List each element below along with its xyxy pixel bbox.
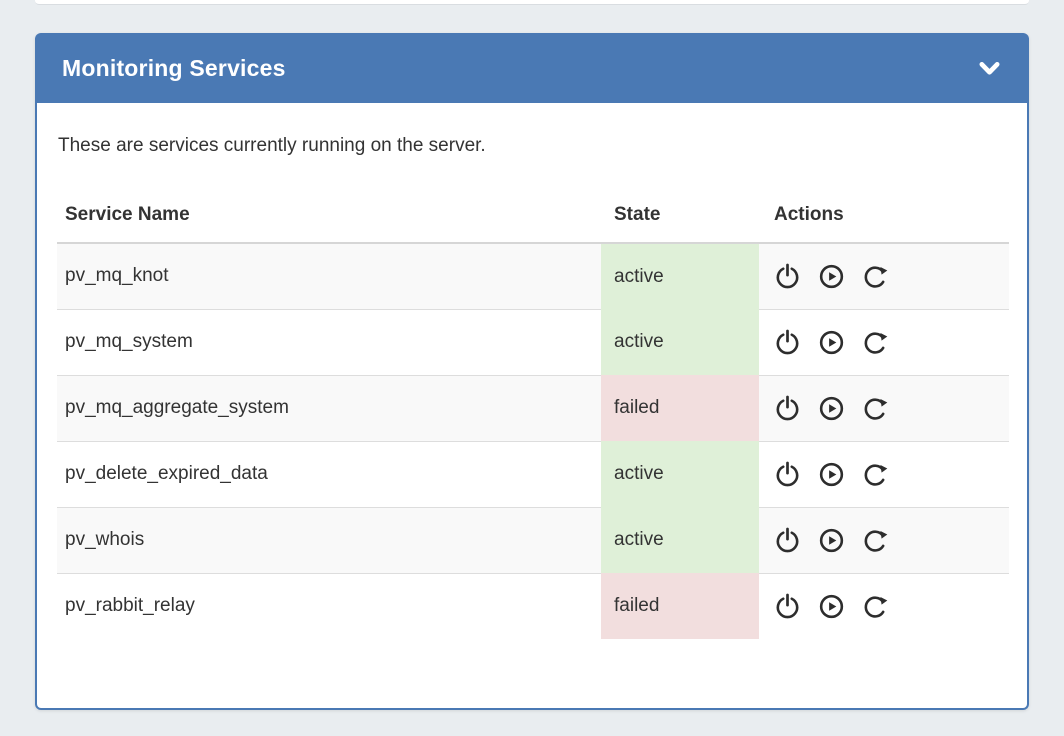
play-circle-icon [818,395,845,422]
restart-button[interactable] [862,329,889,356]
table-row: pv_mq_systemactive [57,309,1009,375]
service-name-cell: pv_mq_knot [57,243,601,309]
table-row: pv_mq_aggregate_systemfailed [57,375,1009,441]
table-header-row: Service Name State Actions [57,182,1009,243]
service-actions-cell [759,507,1009,573]
chevron-down-icon [976,55,1003,82]
service-actions-cell [759,243,1009,309]
service-name-cell: pv_mq_aggregate_system [57,375,601,441]
restart-button[interactable] [862,527,889,554]
panel-title: Monitoring Services [62,55,286,82]
table-row: pv_delete_expired_dataactive [57,441,1009,507]
refresh-icon [862,263,889,290]
service-state-badge: failed [601,375,759,441]
restart-button[interactable] [862,593,889,620]
power-button[interactable] [774,527,801,554]
service-state-badge: active [601,507,759,573]
play-circle-icon [818,593,845,620]
start-button[interactable] [818,461,845,488]
table-row: pv_rabbit_relayfailed [57,573,1009,639]
power-icon [774,329,801,356]
power-icon [774,263,801,290]
start-button[interactable] [818,329,845,356]
service-actions-cell [759,309,1009,375]
start-button[interactable] [818,527,845,554]
power-icon [774,593,801,620]
power-icon [774,461,801,488]
column-header-actions: Actions [759,182,1009,243]
refresh-icon [862,593,889,620]
play-circle-icon [818,527,845,554]
refresh-icon [862,527,889,554]
service-name-cell: pv_rabbit_relay [57,573,601,639]
panel-body: These are services currently running on … [35,103,1029,710]
collapse-button[interactable] [974,53,1005,84]
start-button[interactable] [818,593,845,620]
panel-header[interactable]: Monitoring Services [35,33,1029,103]
monitoring-services-panel: Monitoring Services These are services c… [35,33,1029,710]
play-circle-icon [818,263,845,290]
play-circle-icon [818,461,845,488]
restart-button[interactable] [862,461,889,488]
power-icon [774,395,801,422]
power-button[interactable] [774,395,801,422]
service-actions-cell [759,375,1009,441]
power-button[interactable] [774,461,801,488]
service-name-cell: pv_delete_expired_data [57,441,601,507]
power-button[interactable] [774,329,801,356]
services-table: Service Name State Actions pv_mq_knotact… [57,182,1009,639]
refresh-icon [862,395,889,422]
previous-panel-edge [35,0,1029,5]
panel-description: These are services currently running on … [58,135,1007,157]
power-icon [774,527,801,554]
service-name-cell: pv_whois [57,507,601,573]
table-row: pv_whoisactive [57,507,1009,573]
restart-button[interactable] [862,263,889,290]
start-button[interactable] [818,263,845,290]
refresh-icon [862,329,889,356]
refresh-icon [862,461,889,488]
service-state-badge: active [601,441,759,507]
service-actions-cell [759,441,1009,507]
column-header-service-name: Service Name [57,182,601,243]
play-circle-icon [818,329,845,356]
service-state-badge: active [601,243,759,309]
table-row: pv_mq_knotactive [57,243,1009,309]
service-state-badge: active [601,309,759,375]
power-button[interactable] [774,263,801,290]
power-button[interactable] [774,593,801,620]
column-header-state: State [601,182,759,243]
services-table-body: pv_mq_knotactivepv_mq_systemactivepv_mq_… [57,243,1009,639]
start-button[interactable] [818,395,845,422]
service-name-cell: pv_mq_system [57,309,601,375]
service-actions-cell [759,573,1009,639]
restart-button[interactable] [862,395,889,422]
service-state-badge: failed [601,573,759,639]
